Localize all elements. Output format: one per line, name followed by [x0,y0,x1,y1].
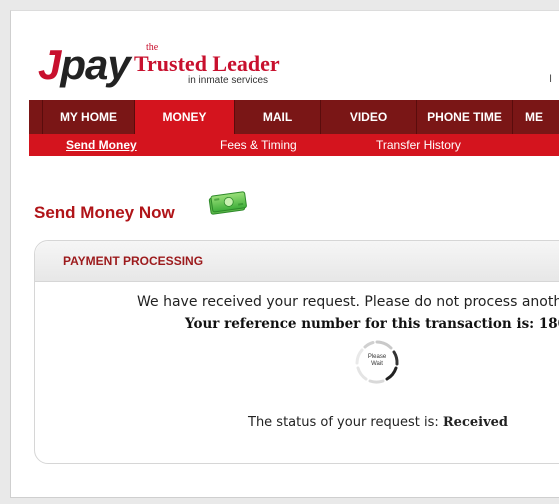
page-title: Send Money Now [34,203,175,222]
spinner-text-please: Please [367,354,387,360]
status-line: The status of your request is: Received [248,415,508,430]
nav-item-me[interactable]: ME [513,100,559,134]
status-value: Received [442,415,508,430]
subnav-fees-timing[interactable]: Fees & Timing [220,138,297,152]
logo-tagline-main: Trusted Leader [134,51,280,76]
panel-header: PAYMENT PROCESSING [35,241,559,282]
panel-title: PAYMENT PROCESSING [63,254,204,268]
main-nav: MY HOME MONEY MAIL VIDEO PHONE TIME ME [29,100,559,134]
sub-nav: Send Money Fees & Timing Transfer Histor… [29,134,559,156]
reference-label: Your reference number for this transacti… [185,316,539,332]
reference-number: 1805 [538,316,559,332]
loading-spinner: Please Wait [353,338,401,386]
nav-item-video[interactable]: VIDEO [321,100,417,134]
subnav-transfer-history[interactable]: Transfer History [376,138,461,152]
nav-item-money[interactable]: MONEY [135,100,235,134]
status-label: The status of your request is: [248,415,443,430]
nav-item-phone-time[interactable]: PHONE TIME [417,100,513,134]
nav-edge [29,100,43,134]
nav-item-mail[interactable]: MAIL [235,100,321,134]
logo-wordmark: Jpay [38,41,131,88]
payment-processing-panel: PAYMENT PROCESSING We have received your… [34,240,559,464]
nav-item-my-home[interactable]: MY HOME [43,100,135,134]
money-bill-icon [208,191,247,215]
subnav-send-money[interactable]: Send Money [66,138,137,152]
logo-tagline-sub: in inmate services [188,75,269,86]
processing-message: We have received your request. Please do… [137,294,559,310]
header-right-mark: I [549,73,553,85]
spinner-text-wait: Wait [371,361,383,367]
browser-page: Jpay the Trusted Leader in inmate servic… [10,10,559,498]
reference-line: Your reference number for this transacti… [185,316,559,332]
